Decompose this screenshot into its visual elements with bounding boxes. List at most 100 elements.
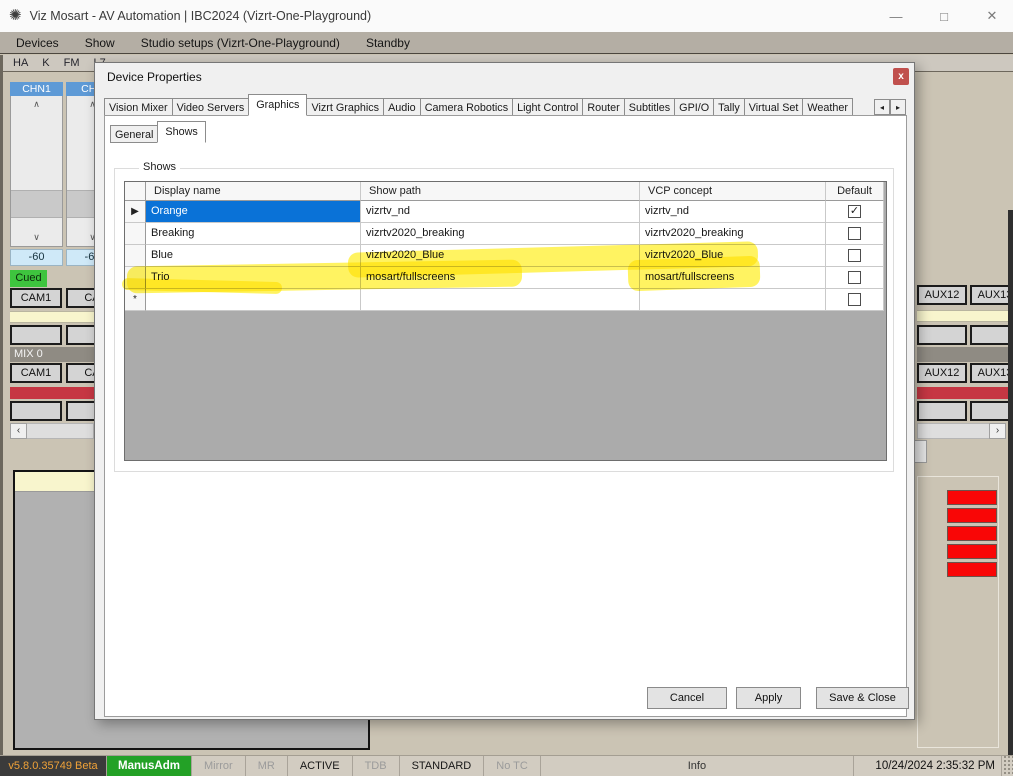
- table-row[interactable]: Breaking vizrtv2020_breaking vizrtv2020_…: [125, 223, 886, 245]
- default-checkbox[interactable]: [848, 249, 861, 262]
- tab-scroll-left-icon[interactable]: ◂: [874, 99, 890, 115]
- source-cell[interactable]: [970, 401, 1013, 421]
- alarm-bar: [947, 562, 997, 577]
- cell-vcp-concept[interactable]: vizrtv_nd: [640, 201, 826, 223]
- default-checkbox[interactable]: [848, 205, 861, 218]
- preview-strip-left: [10, 311, 94, 323]
- menu-item[interactable]: Studio setups (Vizrt-One-Playground): [128, 36, 353, 50]
- device-tab[interactable]: Audio: [383, 98, 421, 116]
- device-tab[interactable]: Tally: [713, 98, 745, 116]
- shows-table: Display name Show path VCP concept Defau…: [124, 181, 887, 461]
- fader-down-icon[interactable]: ∨: [11, 232, 62, 243]
- maximize-icon[interactable]: □: [935, 9, 953, 24]
- channel-fader[interactable]: ∧ ∨: [10, 96, 63, 247]
- shortcut-item[interactable]: K: [42, 57, 49, 69]
- sub-tab[interactable]: General: [110, 125, 158, 143]
- header-display-name[interactable]: Display name: [146, 182, 361, 201]
- cell-show-path[interactable]: [361, 289, 640, 311]
- alarm-panel: [917, 476, 999, 748]
- menu-item[interactable]: Standby: [353, 36, 423, 50]
- device-tab[interactable]: Vision Mixer: [104, 98, 173, 116]
- shortcut-item[interactable]: FM: [64, 57, 80, 69]
- device-tab[interactable]: Light Control: [512, 98, 583, 116]
- fader-up-icon[interactable]: ∧: [11, 99, 62, 110]
- header-vcp-concept[interactable]: VCP concept: [640, 182, 826, 201]
- program-strip-right: [917, 387, 1013, 399]
- device-tab[interactable]: Router: [582, 98, 624, 116]
- apply-button[interactable]: Apply: [736, 687, 801, 709]
- scroll-left-icon[interactable]: ‹: [10, 423, 27, 439]
- aux-section-header: [917, 347, 1013, 362]
- shortcut-item[interactable]: HA: [13, 57, 28, 69]
- highlighter-mark: [627, 256, 760, 292]
- source-cell[interactable]: [917, 325, 967, 345]
- source-cell[interactable]: [10, 325, 62, 345]
- source-cell[interactable]: [970, 325, 1013, 345]
- window-titlebar: ✺ Viz Mosart - AV Automation | IBC2024 (…: [0, 0, 1013, 32]
- default-checkbox[interactable]: [848, 293, 861, 306]
- sub-tab[interactable]: Shows: [157, 121, 205, 143]
- status-flag: ACTIVE: [288, 756, 353, 776]
- resize-grip-icon[interactable]: [1002, 756, 1013, 776]
- table-header-row: Display name Show path VCP concept Defau…: [125, 182, 886, 201]
- cancel-button[interactable]: Cancel: [647, 687, 727, 709]
- aux-button[interactable]: AUX12: [917, 285, 967, 305]
- device-tab[interactable]: Subtitles: [624, 98, 675, 116]
- device-tab[interactable]: Graphics: [248, 94, 307, 116]
- status-flag: Mirror: [192, 756, 246, 776]
- row-selector[interactable]: [125, 245, 146, 267]
- cell-vcp-concept[interactable]: [640, 289, 826, 311]
- header-default[interactable]: Default: [826, 182, 884, 201]
- mix-header: MIX 0: [10, 347, 94, 362]
- source-cell[interactable]: [917, 401, 967, 421]
- cell-default: [826, 201, 884, 223]
- save-close-button[interactable]: Save & Close: [816, 687, 909, 709]
- channel-level: -60: [10, 249, 63, 266]
- cell-display-name[interactable]: Breaking: [146, 223, 361, 245]
- cell-default: [826, 223, 884, 245]
- status-info: Info: [541, 756, 854, 776]
- row-selector[interactable]: ▶: [125, 201, 146, 223]
- cam-button[interactable]: CAM1: [10, 363, 62, 383]
- status-flag: STANDARD: [400, 756, 485, 776]
- cell-show-path[interactable]: vizrtv_nd: [361, 201, 640, 223]
- tab-scroll-right-icon[interactable]: ▸: [890, 99, 906, 115]
- device-tab[interactable]: GPI/O: [674, 98, 714, 116]
- alarm-bars: [947, 490, 997, 580]
- status-flag: MR: [246, 756, 288, 776]
- header-show-path[interactable]: Show path: [361, 182, 640, 201]
- program-strip-left: [10, 387, 94, 399]
- graphics-tab-page: GeneralShows Shows Display name Show pat…: [104, 115, 907, 717]
- version-badge: v5.8.0.35749 Beta: [0, 756, 107, 776]
- cell-show-path[interactable]: vizrtv2020_breaking: [361, 223, 640, 245]
- window-title: Viz Mosart - AV Automation | IBC2024 (Vi…: [30, 9, 372, 23]
- device-tab[interactable]: Vizrt Graphics: [306, 98, 384, 116]
- status-flag: No TC: [484, 756, 541, 776]
- aux-button[interactable]: AUX13: [970, 285, 1013, 305]
- aux-button[interactable]: AUX12: [917, 363, 967, 383]
- channel-name: CHN1: [10, 82, 63, 96]
- menu-bar: DevicesShowStudio setups (Vizrt-One-Play…: [0, 32, 1013, 54]
- fader-handle[interactable]: [11, 190, 62, 218]
- minimize-icon[interactable]: —: [887, 9, 905, 24]
- cell-display-name[interactable]: Orange: [146, 201, 361, 223]
- default-checkbox[interactable]: [848, 271, 861, 284]
- user-badge: ManusAdm: [107, 756, 192, 776]
- device-properties-dialog: Device Properties x Vision MixerVideo Se…: [94, 62, 915, 720]
- menu-item[interactable]: Devices: [3, 36, 72, 50]
- source-cell[interactable]: [10, 401, 62, 421]
- cam-button[interactable]: CAM1: [10, 288, 62, 308]
- close-icon[interactable]: ✕: [983, 8, 1001, 24]
- device-tab[interactable]: Weather: [802, 98, 853, 116]
- default-checkbox[interactable]: [848, 227, 861, 240]
- row-selector[interactable]: [125, 223, 146, 245]
- device-tab[interactable]: Video Servers: [172, 98, 250, 116]
- scroll-right-icon[interactable]: ›: [989, 423, 1006, 439]
- table-row[interactable]: ▶ Orange vizrtv_nd vizrtv_nd: [125, 201, 886, 223]
- device-tab[interactable]: Camera Robotics: [420, 98, 513, 116]
- menu-item[interactable]: Show: [72, 36, 128, 50]
- device-tab[interactable]: Virtual Set: [744, 98, 804, 116]
- dialog-close-button[interactable]: x: [893, 68, 909, 85]
- cell-row-right-2: [917, 401, 1013, 421]
- aux-button[interactable]: AUX13: [970, 363, 1013, 383]
